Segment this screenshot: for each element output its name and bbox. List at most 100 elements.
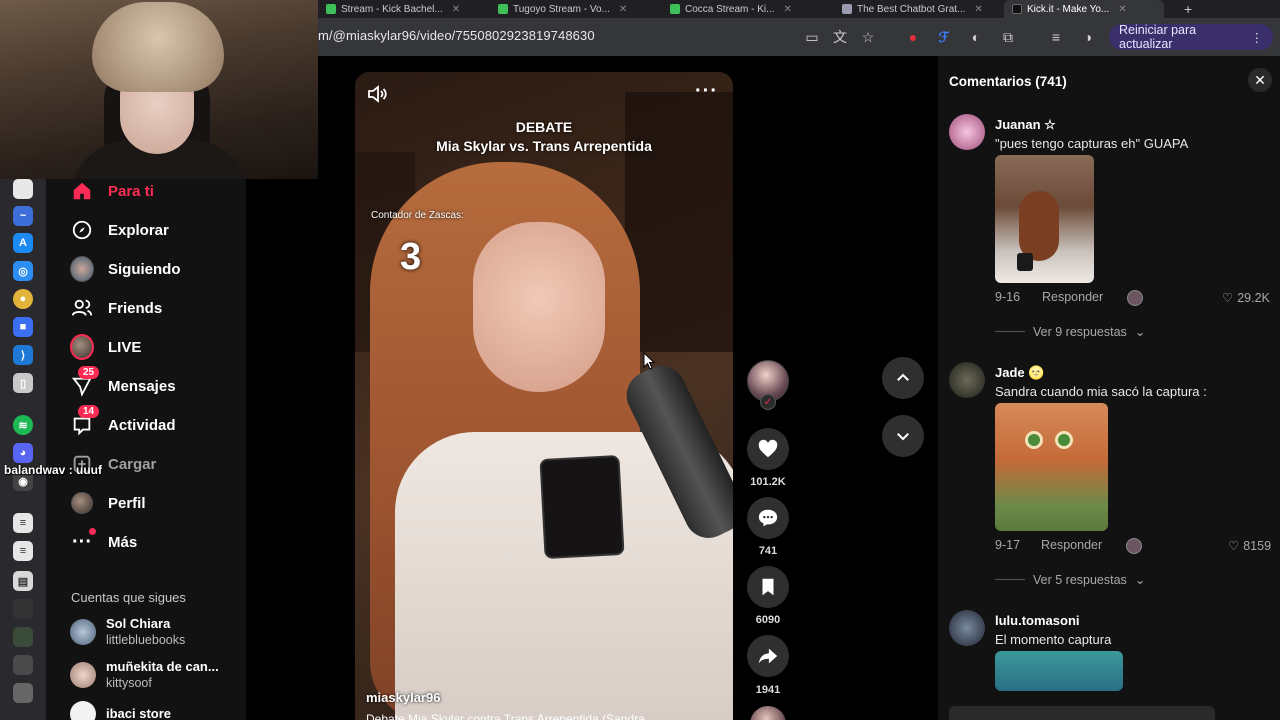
comment-like-button[interactable]: ♡ 29.2K xyxy=(1222,290,1270,306)
webcam-person-hat xyxy=(92,2,224,92)
share-button[interactable] xyxy=(747,635,789,677)
following-account[interactable]: muñekita de can... kittysoof xyxy=(70,659,219,691)
comment-text: Sandra cuando mia sacó la captura : xyxy=(995,384,1207,399)
account-username: kittysoof xyxy=(106,676,152,690)
url-field[interactable]: m/@miaskylar96/video/7550802923819748630 xyxy=(318,28,595,43)
sidebar-item-para-ti[interactable]: Para ti xyxy=(70,176,154,206)
media-control-icon[interactable]: ≡ xyxy=(1046,27,1066,47)
extension-translate-icon[interactable]: ℱ xyxy=(934,27,954,47)
sidebar-item-perfil[interactable]: Perfil xyxy=(70,488,146,518)
file-icon[interactable]: ▤ xyxy=(13,571,33,591)
reply-button[interactable]: Responder xyxy=(1042,290,1103,304)
update-label: Reiniciar para actualizar xyxy=(1119,23,1197,51)
screenshot-thumbnail-icon[interactable] xyxy=(13,655,33,675)
messages-badge: 25 xyxy=(78,366,100,379)
vscode-icon[interactable]: ⟩ xyxy=(13,345,33,365)
tab-label: Tugoyo Stream - Vo... xyxy=(513,3,610,15)
commenter-name[interactable]: lulu.tomasoni xyxy=(995,613,1080,628)
sidebar-item-label: Actividad xyxy=(108,416,176,434)
commenter-avatar[interactable] xyxy=(949,362,985,398)
commenter-avatar[interactable] xyxy=(949,610,985,646)
previous-video-button[interactable] xyxy=(882,357,924,399)
video-author[interactable]: miaskylar96 xyxy=(366,690,440,705)
save-button[interactable] xyxy=(747,566,789,608)
view-replies-button[interactable]: Ver 9 respuestas ⌄ xyxy=(995,324,1145,339)
add-comment-input[interactable] xyxy=(949,706,1215,720)
avatar xyxy=(70,662,96,688)
sound-avatar[interactable] xyxy=(750,706,786,720)
video-player[interactable]: ··· DEBATE Mia Skylar vs. Trans Arrepent… xyxy=(355,72,733,720)
profile-avatar-icon xyxy=(70,491,94,515)
safari-icon[interactable]: ◎ xyxy=(13,261,33,281)
screenshot-thumbnail-icon[interactable] xyxy=(13,627,33,647)
fox-eye-shape xyxy=(1055,431,1073,449)
close-comments-button[interactable]: ✕ xyxy=(1248,68,1272,92)
view-replies-button[interactable]: Ver 5 respuestas ⌄ xyxy=(995,572,1145,587)
comment-like-button[interactable]: ♡ 8159 xyxy=(1228,538,1272,554)
ring-box-shape xyxy=(1017,253,1033,271)
comment-button[interactable] xyxy=(747,497,789,539)
browser-tab-active[interactable]: Kick.it - Make Yo... ✕ xyxy=(1004,0,1164,18)
sidebar-item-actividad[interactable]: 14 Actividad xyxy=(70,405,176,440)
menu-dots-icon[interactable]: ⋮ xyxy=(1251,30,1264,45)
comment-image-dachshund[interactable] xyxy=(995,155,1094,283)
comment-like-count: 8159 xyxy=(1243,538,1272,553)
sidebar-item-explorar[interactable]: Explorar xyxy=(70,215,169,245)
commenter-name[interactable]: Juanan ☆ xyxy=(995,117,1056,133)
notes-app-icon[interactable] xyxy=(13,179,33,199)
bookmark-star-icon[interactable]: ☆ xyxy=(858,27,878,47)
screenshot-thumbnail-icon[interactable] xyxy=(13,599,33,619)
close-icon[interactable]: ✕ xyxy=(619,4,627,15)
browser-tab[interactable]: The Best Chatbot Grat... ✕ xyxy=(834,0,994,18)
freeform-app-icon[interactable]: ~ xyxy=(13,206,33,226)
discord-icon[interactable]: ◕ xyxy=(13,443,33,463)
volume-icon[interactable] xyxy=(365,82,389,106)
more-options-icon[interactable]: ··· xyxy=(695,80,718,103)
like-button[interactable] xyxy=(747,428,789,470)
tiktok-sidebar: Para ti Explorar Siguiendo Friends LIVE … xyxy=(46,179,246,720)
iphone-mirroring-icon[interactable]: ▯ xyxy=(13,373,33,393)
commenter-name[interactable]: Jade 🌝 xyxy=(995,365,1044,381)
messages-icon: 25 xyxy=(70,366,100,398)
app-store-icon[interactable]: A xyxy=(13,233,33,253)
extension-avatar-icon[interactable]: ◐ xyxy=(966,27,986,47)
following-account[interactable]: Sol Chiara littlebluebooks xyxy=(70,616,185,648)
browser-tab[interactable]: Cocca Stream - Ki... ✕ xyxy=(662,0,822,18)
profile-avatar-icon[interactable]: ◑ xyxy=(1078,27,1098,47)
translate-icon[interactable]: 文 xyxy=(830,27,850,47)
spotify-icon[interactable]: ≋ xyxy=(13,415,33,435)
comment-image-monster[interactable] xyxy=(995,651,1123,691)
comment-image-fox[interactable] xyxy=(995,403,1108,531)
following-account[interactable]: ibaci store xyxy=(70,701,171,720)
sidebar-item-mas[interactable]: ··· Más xyxy=(70,527,137,557)
extensions-puzzle-icon[interactable]: ⧉ xyxy=(998,27,1018,47)
sidebar-item-siguiendo[interactable]: Siguiendo xyxy=(70,254,181,284)
new-tab-button[interactable]: + xyxy=(1176,0,1206,18)
mac-dock: ~ A ◎ ● ■ ⟩ ▯ ≋ ◕ ◉ ≡ ≡ ▤ xyxy=(0,179,46,720)
install-app-icon[interactable]: ▭ xyxy=(802,27,822,47)
more-dots-icon: ··· xyxy=(70,528,96,554)
extension-shield-icon[interactable]: ● xyxy=(903,27,923,47)
sidebar-item-friends[interactable]: Friends xyxy=(70,293,162,323)
close-icon[interactable]: ✕ xyxy=(452,4,460,15)
reply-button[interactable]: Responder xyxy=(1041,538,1102,552)
kick-favicon-icon xyxy=(670,4,680,14)
trash-icon[interactable] xyxy=(13,683,33,703)
sidebar-item-mensajes[interactable]: 25 Mensajes xyxy=(70,366,176,401)
commenter-avatar[interactable] xyxy=(949,114,985,150)
browser-tab[interactable]: Tugoyo Stream - Vo... ✕ xyxy=(490,0,650,18)
document-icon[interactable]: ≡ xyxy=(13,513,33,533)
sidebar-item-live[interactable]: LIVE xyxy=(70,332,141,362)
restart-to-update-button[interactable]: Reiniciar para actualizar ⋮ xyxy=(1109,23,1273,51)
chrome-icon[interactable]: ● xyxy=(13,289,33,309)
browser-tab[interactable]: Stream - Kick Bachel... ✕ xyxy=(318,0,478,18)
roblox-icon[interactable]: ■ xyxy=(13,317,33,337)
document-icon[interactable]: ≡ xyxy=(13,541,33,561)
close-icon[interactable]: ✕ xyxy=(974,4,982,15)
close-icon[interactable]: ✕ xyxy=(1118,4,1126,15)
comment-icon xyxy=(758,509,778,527)
follow-check-icon[interactable]: ✓ xyxy=(760,394,776,410)
compass-icon xyxy=(70,218,94,242)
next-video-button[interactable] xyxy=(882,415,924,457)
close-icon[interactable]: ✕ xyxy=(783,4,791,15)
